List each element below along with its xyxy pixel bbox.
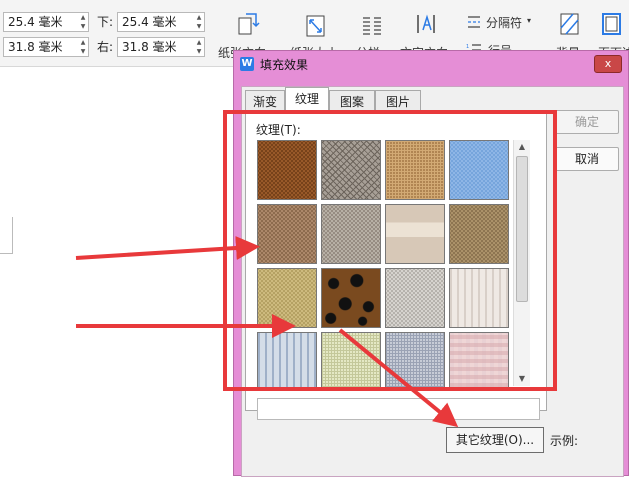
margin-right-value: 31.8 毫米 xyxy=(122,40,177,54)
texture-tile-fossil[interactable] xyxy=(321,140,381,200)
texture-grid xyxy=(257,140,513,388)
texture-tile-green-weave[interactable] xyxy=(321,332,381,388)
document-canvas[interactable] xyxy=(0,67,240,476)
sample-label: 示例: xyxy=(550,434,579,448)
margin-right-label: 右: xyxy=(97,40,114,54)
texture-tile-blue-tissue[interactable] xyxy=(449,140,509,200)
texture-tile-brown-leather[interactable] xyxy=(257,140,317,200)
texture-tile-blue-weave[interactable] xyxy=(385,332,445,388)
scroll-thumb[interactable] xyxy=(516,156,528,302)
texture-label: 纹理(T): xyxy=(256,123,301,137)
texture-tile-sand[interactable] xyxy=(449,204,509,264)
margin-down-label: 下: xyxy=(97,15,114,29)
dialog-title: 填充效果 xyxy=(260,58,309,72)
tab-gradient[interactable]: 渐变 xyxy=(245,90,285,112)
margin-right-input[interactable]: 31.8 毫米 ▲ ▼ xyxy=(117,37,205,57)
margin-top-input[interactable]: 25.4 毫米 ▲ ▼ xyxy=(3,12,89,32)
tab-picture[interactable]: 图片 xyxy=(375,90,421,112)
texture-tile-newsprint[interactable] xyxy=(385,268,445,328)
separator-button[interactable]: 分隔符 ▾ xyxy=(466,12,536,32)
texture-tile-pink-gingham[interactable] xyxy=(449,332,509,388)
separator-label: 分隔符 xyxy=(486,16,523,30)
texture-tile-denim-stripe[interactable] xyxy=(257,332,317,388)
page-border-icon xyxy=(602,13,621,35)
ok-button[interactable]: 确定 xyxy=(555,110,619,134)
margin-bottom-input[interactable]: 31.8 毫米 ▲ ▼ xyxy=(3,37,89,57)
texture-tile-white-marble[interactable] xyxy=(449,268,509,328)
background-icon xyxy=(560,13,579,35)
page-orientation-icon xyxy=(238,13,260,35)
margin-down-input[interactable]: 25.4 毫米 ▲ ▼ xyxy=(117,12,205,32)
spin-arrows-icon[interactable]: ▲ ▼ xyxy=(78,38,88,56)
spin-arrows-icon[interactable]: ▲ ▼ xyxy=(78,13,88,31)
close-icon[interactable]: x xyxy=(594,55,622,73)
wps-logo-icon: W xyxy=(240,57,254,71)
paper-size-icon xyxy=(306,15,325,37)
spin-arrows-icon[interactable]: ▲ ▼ xyxy=(194,38,204,56)
texture-tile-burlap[interactable] xyxy=(385,140,445,200)
spin-arrows-icon[interactable]: ▲ ▼ xyxy=(194,13,204,31)
text-direction-icon xyxy=(417,14,435,33)
texture-tile-parchment[interactable] xyxy=(385,204,445,264)
margin-down-value: 25.4 毫米 xyxy=(122,15,177,29)
texture-name-field xyxy=(257,398,540,420)
other-texture-button[interactable]: 其它纹理(O)... xyxy=(446,427,544,453)
texture-tile-canvas-yellow[interactable] xyxy=(257,268,317,328)
columns-icon xyxy=(363,17,381,35)
chevron-down-icon: ▾ xyxy=(527,16,532,25)
texture-tile-leopard[interactable] xyxy=(321,268,381,328)
tab-texture[interactable]: 纹理 xyxy=(285,87,329,113)
scroll-down-icon[interactable]: ▼ xyxy=(514,372,530,386)
tab-pattern[interactable]: 图案 xyxy=(329,90,375,112)
cancel-button[interactable]: 取消 xyxy=(555,147,619,171)
separator-icon xyxy=(468,16,480,28)
scroll-up-icon[interactable]: ▲ xyxy=(514,140,530,154)
texture-tile-granite[interactable] xyxy=(321,204,381,264)
margin-bottom-value: 31.8 毫米 xyxy=(8,40,63,54)
texture-scrollbar[interactable]: ▲ ▼ xyxy=(513,140,530,386)
texture-tile-recycled-paper[interactable] xyxy=(257,204,317,264)
page-corner-marker xyxy=(0,217,13,254)
margin-top-value: 25.4 毫米 xyxy=(8,15,63,29)
